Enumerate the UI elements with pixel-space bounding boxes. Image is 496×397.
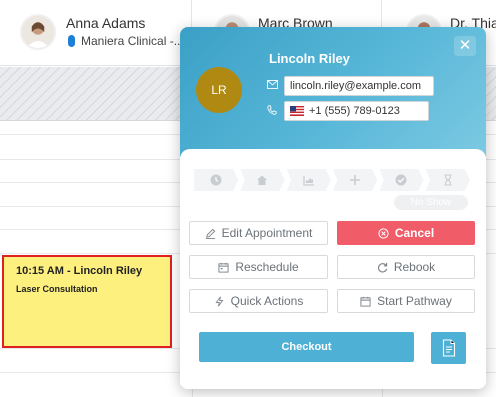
cancel-button[interactable]: Cancel bbox=[337, 221, 475, 245]
popover-body: No Show Edit Appointment Cancel Reschedu… bbox=[180, 149, 486, 389]
lightning-icon bbox=[215, 295, 224, 307]
phone-icon bbox=[266, 104, 278, 118]
clock-icon bbox=[210, 174, 222, 186]
us-flag-icon[interactable] bbox=[290, 106, 304, 116]
appointment-service: Laser Consultation bbox=[16, 284, 98, 294]
edit-appointment-button[interactable]: Edit Appointment bbox=[189, 221, 328, 245]
cancel-label: Cancel bbox=[394, 226, 435, 240]
email-field[interactable]: lincoln.riley@example.com bbox=[284, 76, 434, 96]
location-pill-icon bbox=[68, 35, 75, 47]
pencil-icon bbox=[205, 228, 215, 239]
document-icon bbox=[442, 339, 455, 357]
client-name[interactable]: Lincoln Riley bbox=[269, 51, 350, 66]
phone-value: +1 (555) 789-0123 bbox=[309, 105, 400, 117]
step-complete[interactable] bbox=[379, 169, 424, 191]
document-button[interactable] bbox=[431, 332, 466, 364]
appointment-block[interactable]: 10:15 AM - Lincoln Riley Laser Consultat… bbox=[2, 255, 172, 348]
reschedule-button[interactable]: Reschedule bbox=[189, 255, 328, 279]
client-avatar: LR bbox=[196, 67, 242, 113]
calendar-start-icon bbox=[360, 296, 371, 307]
checkout-label: Checkout bbox=[281, 341, 332, 353]
staff-name: Anna Adams bbox=[66, 15, 146, 31]
hourglass-icon bbox=[444, 174, 452, 186]
step-pending[interactable] bbox=[425, 169, 470, 191]
start-pathway-label: Start Pathway bbox=[377, 294, 452, 308]
cancel-circle-icon bbox=[378, 227, 389, 239]
check-circle-icon bbox=[395, 174, 407, 186]
quick-actions-label: Quick Actions bbox=[230, 294, 304, 308]
refresh-icon bbox=[377, 262, 387, 272]
popover-header: ✕ LR Lincoln Riley lincoln.riley@example… bbox=[180, 27, 486, 157]
close-button[interactable]: ✕ bbox=[454, 36, 476, 56]
checkout-button[interactable]: Checkout bbox=[199, 332, 414, 362]
arrival-icon bbox=[303, 176, 314, 186]
step-add[interactable] bbox=[332, 169, 378, 191]
calendar-icon bbox=[218, 262, 229, 273]
appointment-time-client: 10:15 AM - Lincoln Riley bbox=[16, 265, 143, 277]
start-pathway-button[interactable]: Start Pathway bbox=[337, 289, 475, 313]
quick-actions-button[interactable]: Quick Actions bbox=[189, 289, 328, 313]
staff-photo-icon bbox=[22, 16, 54, 48]
phone-row: +1 (555) 789-0123 bbox=[266, 101, 429, 121]
plus-icon bbox=[350, 175, 361, 185]
edit-appointment-label: Edit Appointment bbox=[221, 226, 313, 240]
appointment-popover: ✕ LR Lincoln Riley lincoln.riley@example… bbox=[180, 27, 486, 389]
home-icon bbox=[257, 175, 268, 185]
step-waiting[interactable] bbox=[286, 169, 331, 191]
reschedule-label: Reschedule bbox=[235, 260, 299, 274]
staff-location: Maniera Clinical -... bbox=[68, 34, 184, 48]
staff-avatar bbox=[20, 14, 56, 50]
status-steps bbox=[194, 169, 472, 191]
rebook-label: Rebook bbox=[393, 260, 436, 274]
phone-field[interactable]: +1 (555) 789-0123 bbox=[284, 101, 429, 121]
no-show-button[interactable]: No Show bbox=[394, 195, 468, 210]
email-value: lincoln.riley@example.com bbox=[290, 80, 421, 92]
step-arrived[interactable] bbox=[240, 169, 285, 191]
rebook-button[interactable]: Rebook bbox=[337, 255, 475, 279]
email-row: lincoln.riley@example.com bbox=[266, 76, 434, 96]
envelope-icon bbox=[266, 80, 278, 92]
staff-column-anna-adams[interactable]: Anna Adams Maniera Clinical -... bbox=[0, 0, 192, 66]
staff-location-label: Maniera Clinical -... bbox=[81, 34, 184, 48]
step-booked[interactable] bbox=[194, 169, 239, 191]
